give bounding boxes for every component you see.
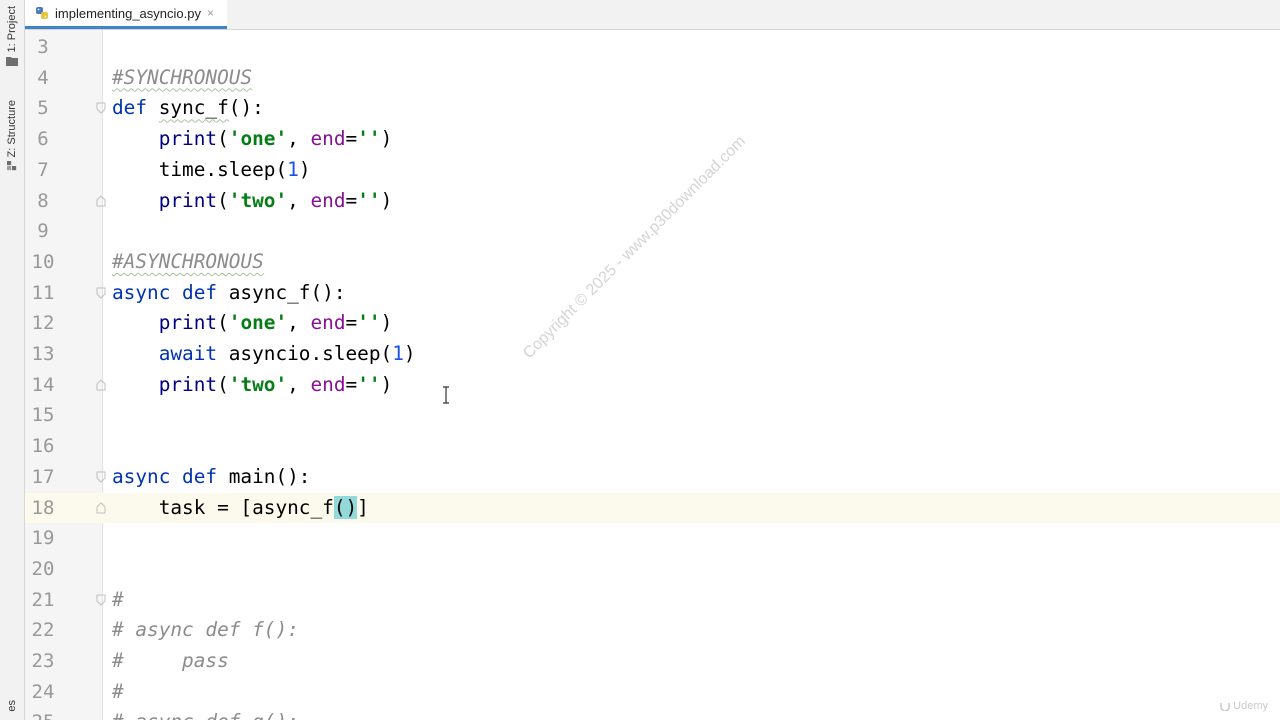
code-line: 5 def sync_f(): <box>25 93 1280 124</box>
code-text: async def main(): <box>112 464 311 488</box>
code-text: #SYNCHRONOUS <box>112 63 252 94</box>
comment-text: # async def f(): <box>112 618 299 642</box>
code-line: 14 print('two', end='') <box>25 370 1280 401</box>
close-tab-icon[interactable]: × <box>207 6 214 20</box>
code-line: 7 time.sleep(1) <box>25 155 1280 186</box>
code-editor[interactable]: 3 4 #SYNCHRONOUS 5 def sync_f(): 6 print… <box>25 30 1280 720</box>
line-number: 13 <box>31 343 55 365</box>
line-number: 12 <box>31 312 55 335</box>
fold-icon[interactable] <box>96 287 106 299</box>
editor-tab-active[interactable]: implementing_asyncio.py × <box>25 0 227 29</box>
editor-tab-bar: implementing_asyncio.py × <box>25 0 1280 30</box>
fold-icon[interactable] <box>96 594 106 606</box>
brand-label: Udemy <box>1233 700 1268 712</box>
structure-icon <box>7 161 17 171</box>
code-line: 23 # pass <box>25 646 1280 677</box>
code-text: print('one', end='') <box>158 127 393 151</box>
code-text: time.sleep(1) <box>112 157 311 181</box>
project-tool-label: 1: Project <box>6 6 18 53</box>
line-number: 5 <box>37 97 49 120</box>
tool-window-strip: 1: Project Z: Structure es <box>0 0 25 720</box>
line-number: 22 <box>31 619 55 642</box>
comment-text: # pass <box>112 649 229 672</box>
code-line: 16 <box>25 431 1280 462</box>
code-line: 4 #SYNCHRONOUS <box>25 63 1280 94</box>
code-line: 10 #ASYNCHRONOUS <box>25 247 1280 278</box>
code-line: 24 # <box>25 677 1280 708</box>
code-line: 8 print('two', end='') <box>25 186 1280 217</box>
code-line: 21 # <box>25 585 1280 616</box>
code-text: await asyncio.sleep(1) <box>158 342 416 365</box>
code-text: async def async_f(): <box>112 280 346 304</box>
line-number: 18 <box>31 496 55 519</box>
structure-tool-tab[interactable]: Z: Structure <box>2 100 22 171</box>
brace-match-highlight: () <box>333 495 358 519</box>
code-line: 20 <box>25 554 1280 585</box>
code-line: 13 await asyncio.sleep(1) <box>25 339 1280 370</box>
text-cursor-icon <box>443 386 449 404</box>
code-line: 12 print('one', end='') <box>25 308 1280 339</box>
comment-text: # <box>112 679 124 703</box>
code-line: 25 # async def g(): <box>25 707 1280 720</box>
code-line: 15 <box>25 400 1280 431</box>
code-line: 3 <box>25 32 1280 63</box>
line-number: 7 <box>37 158 49 181</box>
folder-icon <box>6 57 18 67</box>
bottom-tool-tab[interactable]: es <box>2 700 22 712</box>
line-number: 19 <box>31 527 55 550</box>
line-number: 17 <box>31 465 55 488</box>
editor-tab-label: implementing_asyncio.py <box>55 5 201 21</box>
comment-text: #ASYNCHRONOUS <box>112 249 264 273</box>
line-number: 25 <box>25 707 61 720</box>
project-tool-tab[interactable]: 1: Project <box>2 6 22 67</box>
line-number: 9 <box>37 220 49 243</box>
code-line: 11 async def async_f(): <box>25 278 1280 309</box>
line-number: 11 <box>31 281 55 304</box>
code-line: 17 async def main(): <box>25 462 1280 493</box>
fold-icon[interactable] <box>96 102 106 115</box>
line-number: 23 <box>31 650 55 672</box>
comment-text: # async def g(): <box>112 707 299 720</box>
line-number: 20 <box>31 557 55 580</box>
line-number: 21 <box>31 588 55 611</box>
current-code-line: 18 task = [async_f()] <box>25 492 1280 524</box>
code-line: 22 # async def f(): <box>25 615 1280 646</box>
code-text: print('two', end='') <box>158 372 393 396</box>
line-number: 4 <box>37 66 49 89</box>
line-number: 3 <box>37 36 49 58</box>
line-number: 10 <box>31 250 55 273</box>
fold-icon[interactable] <box>96 378 106 391</box>
brand-watermark: Udemy <box>1220 700 1268 712</box>
code-line: 9 <box>25 216 1280 247</box>
comment-text: # <box>112 587 124 611</box>
line-number: 15 <box>31 404 55 427</box>
code-line: 19 <box>25 523 1280 554</box>
code-line: 6 print('one', end='') <box>25 124 1280 155</box>
code-text: print('two', end='') <box>158 188 393 212</box>
code-text: #ASYNCHRONOUS <box>112 247 264 278</box>
fold-icon[interactable] <box>96 194 106 207</box>
line-number: 16 <box>31 435 55 458</box>
code-text: task = [async_f()] <box>112 495 369 519</box>
code-text: print('one', end='') <box>158 311 393 335</box>
line-number: 14 <box>31 373 55 396</box>
comment-text: #SYNCHRONOUS <box>112 65 253 89</box>
line-number: 6 <box>37 128 49 151</box>
udemy-logo-icon <box>1220 703 1230 711</box>
line-number: 8 <box>37 189 49 212</box>
fold-icon[interactable] <box>96 471 106 483</box>
fold-icon[interactable] <box>96 501 106 514</box>
bottom-tool-label: es <box>6 700 18 712</box>
code-text: def sync_f(): <box>112 96 264 120</box>
line-number: 24 <box>31 680 55 703</box>
python-file-icon <box>36 7 48 19</box>
structure-tool-label: Z: Structure <box>6 100 18 158</box>
